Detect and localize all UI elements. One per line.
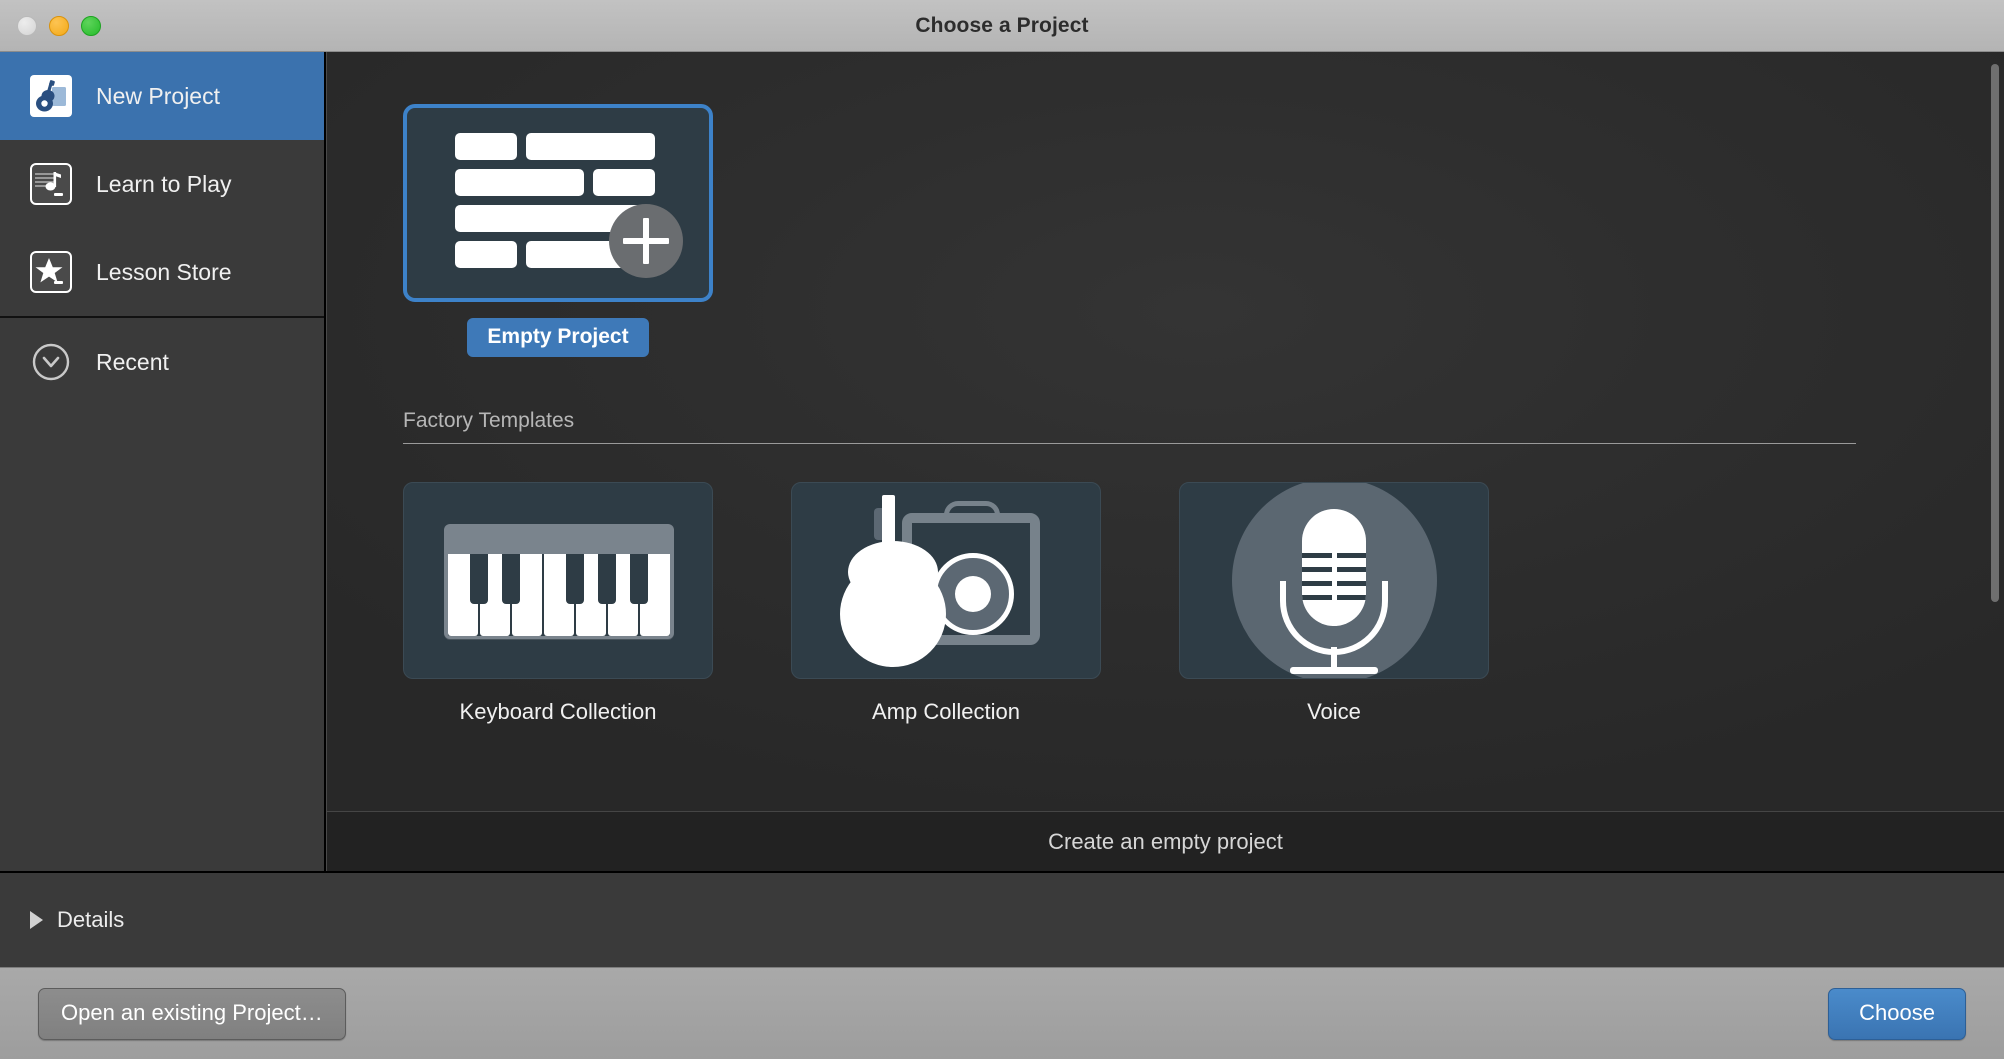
template-browser: Empty Project Factory Templates Keyboard… (327, 52, 2004, 811)
sidebar-item-label: Learn to Play (96, 170, 232, 197)
section-title: Factory Templates (403, 409, 575, 432)
piano-keyboard-icon (403, 482, 713, 679)
sidebar-group-primary: New Project Learn to Play Lesson Store (0, 52, 324, 316)
scrollbar-thumb[interactable] (1991, 64, 1999, 602)
factory-templates-section: Factory Templates Keyboard Collection Am… (403, 409, 1940, 725)
empty-project-regions-icon (403, 104, 713, 302)
dialog-footer: Open an existing Project… Choose (0, 967, 2004, 1059)
details-disclosure[interactable]: Details (0, 871, 2004, 967)
sidebar-item-lesson-store[interactable]: Lesson Store (0, 228, 324, 316)
sidebar-item-label: New Project (96, 82, 220, 109)
template-keyboard-collection[interactable]: Keyboard Collection (403, 482, 713, 725)
status-text: Create an empty project (1048, 828, 1283, 854)
clock-icon (30, 341, 72, 383)
plus-icon (609, 204, 683, 278)
music-note-card-icon (30, 163, 72, 205)
template-label: Empty Project (467, 318, 649, 357)
open-existing-project-button[interactable]: Open an existing Project… (38, 987, 346, 1040)
guitar-amp-icon (791, 482, 1101, 679)
sidebar-item-recent[interactable]: Recent (0, 318, 324, 406)
choose-a-project-window: Choose a Project New Project Learn to Pl… (0, 0, 2004, 1059)
choose-button[interactable]: Choose (1828, 987, 1966, 1040)
status-bar: Create an empty project (327, 811, 2004, 871)
title-bar: Choose a Project (0, 0, 2004, 52)
sidebar-group-recent: Recent (0, 318, 324, 406)
sidebar: New Project Learn to Play Lesson Store R… (0, 52, 326, 871)
sidebar-item-learn-to-play[interactable]: Learn to Play (0, 140, 324, 228)
star-card-icon (30, 251, 72, 293)
minimize-button[interactable] (49, 16, 69, 36)
guitar-card-icon (30, 75, 72, 117)
template-label: Voice (1307, 699, 1361, 724)
section-divider (403, 443, 1856, 444)
details-label: Details (57, 907, 125, 932)
template-amp-collection[interactable]: Amp Collection (791, 482, 1101, 725)
template-label: Amp Collection (872, 699, 1020, 724)
content-scrollbar[interactable] (1990, 60, 2000, 803)
window-title: Choose a Project (915, 13, 1089, 37)
triangle-right-icon[interactable] (30, 911, 43, 929)
template-grid: Keyboard Collection Amp Collection Voice (403, 482, 1900, 725)
close-button[interactable] (17, 16, 37, 36)
zoom-button[interactable] (81, 16, 101, 36)
content-panel: Empty Project Factory Templates Keyboard… (326, 52, 2004, 871)
window-body: New Project Learn to Play Lesson Store R… (0, 52, 2004, 871)
sidebar-item-label: Recent (96, 348, 169, 375)
template-empty-project[interactable]: Empty Project (403, 104, 713, 357)
sidebar-item-label: Lesson Store (96, 258, 232, 285)
template-voice[interactable]: Voice (1179, 482, 1489, 725)
template-label: Keyboard Collection (459, 699, 657, 724)
sidebar-item-new-project[interactable]: New Project (0, 52, 324, 140)
microphone-icon (1179, 482, 1489, 679)
window-controls (17, 0, 101, 52)
